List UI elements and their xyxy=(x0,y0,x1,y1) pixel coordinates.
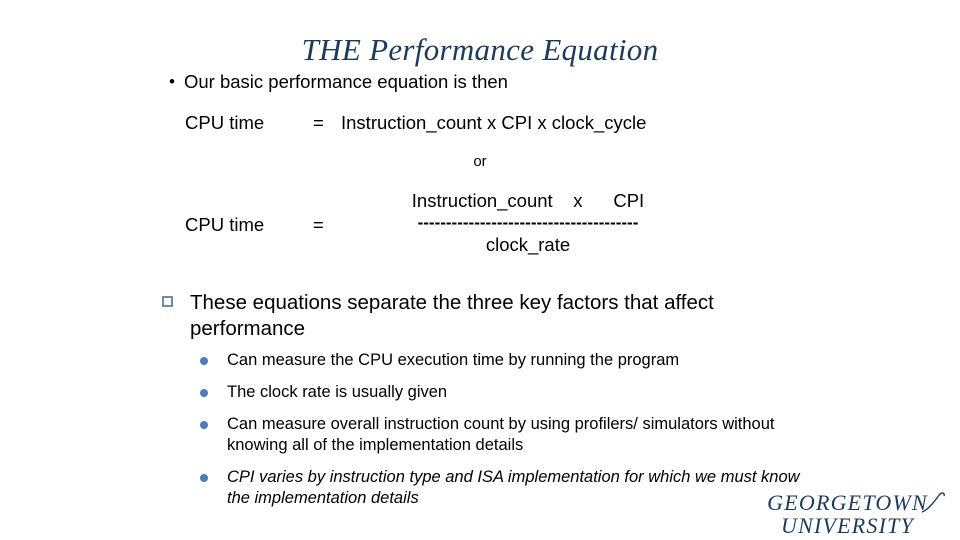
round-bullet-icon xyxy=(200,467,227,482)
square-bullet-icon xyxy=(162,290,190,307)
list-item: Can measure overall instruction count by… xyxy=(200,414,820,456)
equation-simple: CPU time = Instruction_count x CPI x clock… xyxy=(185,110,646,136)
round-bullet-glyph xyxy=(200,357,208,365)
equation-simple-rhs: Instruction_count x CPI x clock_cycle xyxy=(341,112,647,133)
round-bullet-glyph xyxy=(200,389,208,397)
intro-bullet-row: • Our basic performance equation is then xyxy=(160,70,860,94)
slide-canvas: THE Performance Equation • Our basic per… xyxy=(0,0,960,540)
equation-fraction-stack: Instruction_count x CPI ----------------… xyxy=(353,188,703,258)
equation-fraction-bar: --------------------------------------- xyxy=(417,214,639,232)
key-point-row: These equations separate the three key f… xyxy=(162,290,802,342)
logo-line-university: UNIVERSITY xyxy=(781,513,914,538)
sub-bullet-text: Can measure overall instruction count by… xyxy=(227,415,775,454)
square-bullet-glyph xyxy=(162,296,173,307)
list-item: The clock rate is usually given xyxy=(200,382,820,403)
equation-connector-or: or xyxy=(473,153,487,170)
equation-fraction-denominator: clock_rate xyxy=(485,234,571,255)
logo-line-georgetown: GEORGETOWN xyxy=(767,490,928,515)
equation-fraction-numerator: Instruction_count x CPI xyxy=(411,190,645,211)
equation-fraction-lhs: CPU time xyxy=(185,214,265,235)
equation-fraction: CPU time = Instruction_count x CPI -----… xyxy=(185,188,805,266)
list-item: Can measure the CPU execution time by ru… xyxy=(200,350,820,371)
equation-simple-lhs: CPU time xyxy=(185,112,265,133)
intro-bullet-text: Our basic performance equation is then xyxy=(184,71,508,92)
round-bullet-glyph xyxy=(200,421,208,429)
slide-title: THE Performance Equation xyxy=(301,32,659,67)
sub-bullet-text: The clock rate is usually given xyxy=(227,383,448,401)
round-bullet-glyph xyxy=(200,474,208,482)
round-bullet-icon xyxy=(200,414,227,429)
sub-bullet-list: Can measure the CPU execution time by ru… xyxy=(200,350,820,520)
list-item: CPI varies by instruction type and ISA i… xyxy=(200,467,820,509)
sub-bullet-text: Can measure the CPU execution time by ru… xyxy=(227,351,680,369)
round-bullet-icon xyxy=(200,350,227,365)
round-bullet-icon xyxy=(200,382,227,397)
georgetown-university-logo: GEORGETOWN UNIVERSITY xyxy=(745,492,950,537)
equation-simple-equals: = xyxy=(313,112,324,133)
equation-fraction-equals: = xyxy=(313,214,324,235)
sub-bullet-text: CPI varies by instruction type and ISA i… xyxy=(227,468,800,507)
bullet-dot-icon: • xyxy=(169,72,175,91)
key-point-text: These equations separate the three key f… xyxy=(190,291,714,340)
